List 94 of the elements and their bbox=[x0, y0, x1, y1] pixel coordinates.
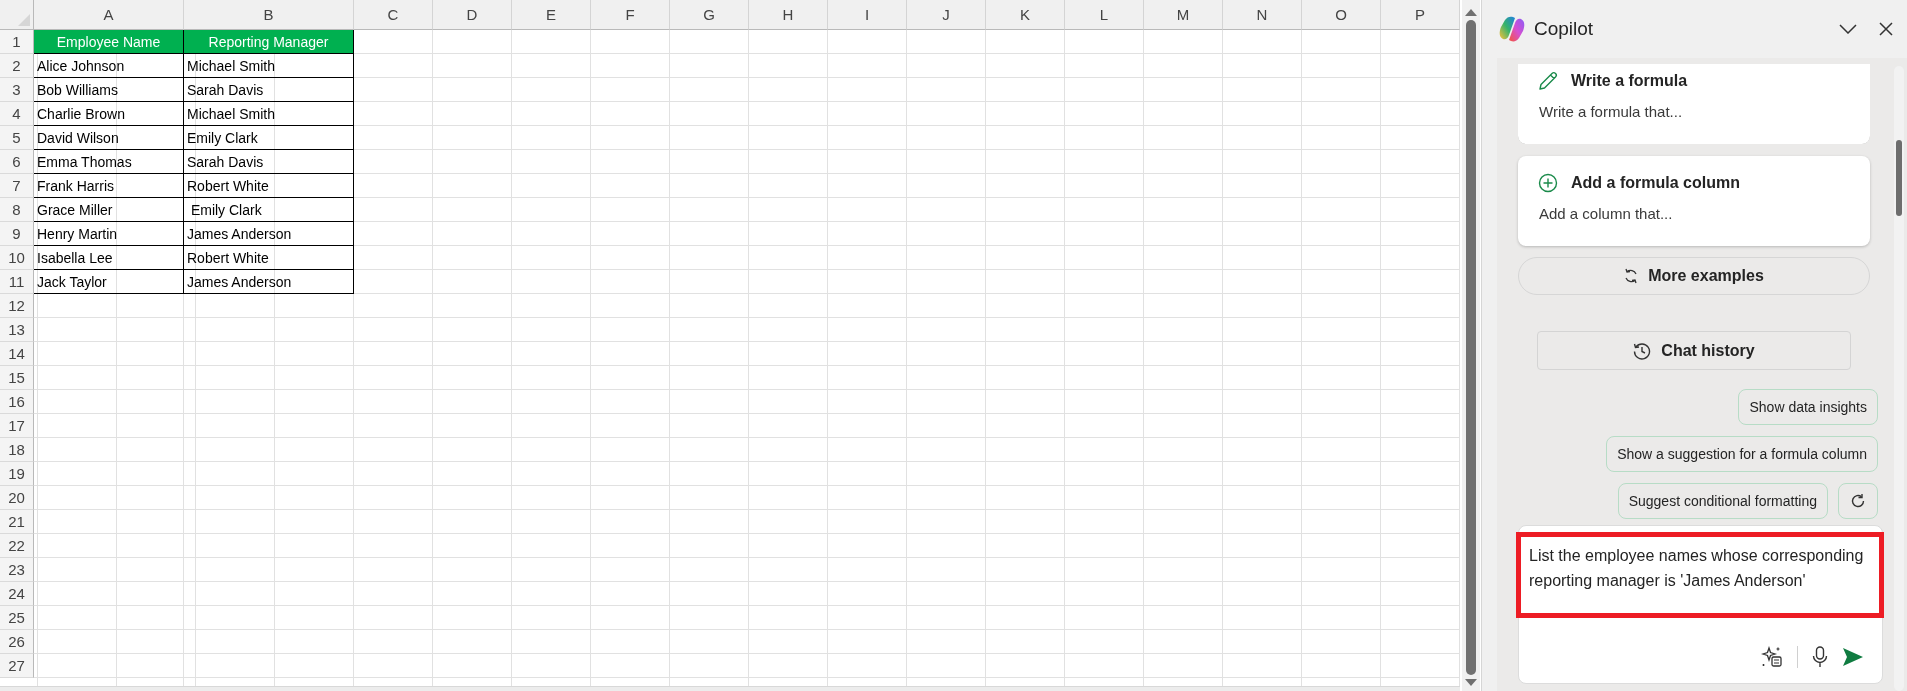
row-header[interactable]: 15 bbox=[0, 366, 34, 390]
row-header[interactable]: 20 bbox=[0, 486, 34, 510]
table-cell: Emily Clark bbox=[184, 198, 354, 222]
row-header[interactable]: 16 bbox=[0, 390, 34, 414]
row-header[interactable]: 18 bbox=[0, 438, 34, 462]
copilot-logo-icon bbox=[1498, 15, 1526, 43]
card-description: Write a formula that... bbox=[1538, 103, 1684, 120]
prompt-input[interactable]: List the employee names whose corresponding reporting manager is 'James Anderson' bbox=[1516, 532, 1884, 618]
suggestion-chip[interactable]: Show a suggestion for a formula column bbox=[1606, 436, 1878, 472]
row-header[interactable]: 7 bbox=[0, 174, 34, 198]
suggestion-chip[interactable]: Suggest conditional formatting bbox=[1617, 483, 1828, 519]
row-header[interactable]: 22 bbox=[0, 534, 34, 558]
suggestion-card[interactable]: Add a formula column Add a column that... bbox=[1518, 156, 1870, 246]
column-header[interactable]: G bbox=[670, 0, 749, 30]
chevron-down-icon[interactable] bbox=[1839, 24, 1857, 34]
card-title: Write a formula bbox=[1571, 72, 1688, 90]
card-description: Add a column that... bbox=[1538, 205, 1674, 222]
column-header[interactable]: K bbox=[986, 0, 1065, 30]
sparkle-document-icon[interactable] bbox=[1761, 645, 1783, 668]
column-header[interactable]: H bbox=[749, 0, 828, 30]
column-header[interactable]: L bbox=[1065, 0, 1144, 30]
close-icon[interactable] bbox=[1879, 22, 1893, 36]
table-cell: Grace Miller bbox=[34, 198, 184, 222]
suggestion-chip[interactable]: Show data insights bbox=[1738, 389, 1878, 425]
table-header-cell: Employee Name bbox=[34, 30, 184, 54]
column-header[interactable]: J bbox=[907, 0, 986, 30]
suggestion-card[interactable]: Write a formula Write a formula that... bbox=[1518, 64, 1870, 144]
table-cell: James Anderson bbox=[184, 222, 354, 246]
plus-circle-icon bbox=[1538, 173, 1558, 193]
pencil-icon bbox=[1538, 71, 1558, 91]
row-header[interactable]: 13 bbox=[0, 318, 34, 342]
table-header-cell: Reporting Manager bbox=[184, 30, 354, 54]
scrollbar-thumb[interactable] bbox=[1466, 20, 1476, 675]
send-icon[interactable] bbox=[1842, 646, 1864, 667]
row-header[interactable]: 23 bbox=[0, 558, 34, 582]
more-examples-button[interactable]: More examples bbox=[1518, 257, 1870, 295]
scrollbar-thumb[interactable] bbox=[1896, 140, 1902, 216]
scroll-up-icon[interactable] bbox=[1465, 8, 1477, 16]
chat-history-button[interactable]: Chat history bbox=[1537, 331, 1851, 370]
panel-title: Copilot bbox=[1534, 18, 1594, 40]
column-header[interactable]: M bbox=[1144, 0, 1223, 30]
row-header[interactable]: 4 bbox=[0, 102, 34, 126]
column-header[interactable]: B bbox=[184, 0, 354, 30]
row-header[interactable]: 5 bbox=[0, 126, 34, 150]
row-header[interactable]: 24 bbox=[0, 582, 34, 606]
table-cell: Frank Harris bbox=[34, 174, 184, 198]
table-cell: Jack Taylor bbox=[34, 270, 184, 294]
table-cell: Charlie Brown bbox=[34, 102, 184, 126]
column-header[interactable]: E bbox=[512, 0, 591, 30]
row-header[interactable]: 17 bbox=[0, 414, 34, 438]
table-cell: Isabella Lee bbox=[34, 246, 184, 270]
table-cell: Bob Williams bbox=[34, 78, 184, 102]
refresh-button[interactable] bbox=[1838, 483, 1878, 519]
table-cell: Michael Smith bbox=[184, 102, 354, 126]
column-header[interactable]: F bbox=[591, 0, 670, 30]
row-header[interactable]: 1 bbox=[0, 30, 34, 54]
row-header[interactable]: 25 bbox=[0, 606, 34, 630]
table-cell: Sarah Davis bbox=[184, 78, 354, 102]
row-header[interactable]: 12 bbox=[0, 294, 34, 318]
row-header[interactable]: 21 bbox=[0, 510, 34, 534]
row-header[interactable]: 8 bbox=[0, 198, 34, 222]
table-cell: Sarah Davis bbox=[184, 150, 354, 174]
microphone-icon[interactable] bbox=[1812, 645, 1828, 668]
row-header[interactable]: 27 bbox=[0, 654, 34, 678]
column-header[interactable]: P bbox=[1381, 0, 1460, 30]
row-header[interactable]: 11 bbox=[0, 270, 34, 294]
column-header[interactable]: O bbox=[1302, 0, 1381, 30]
table-cell: James Anderson bbox=[184, 270, 354, 294]
table-cell: Robert White bbox=[184, 246, 354, 270]
column-header[interactable]: A bbox=[34, 0, 184, 30]
column-header[interactable]: N bbox=[1223, 0, 1302, 30]
row-header[interactable]: 6 bbox=[0, 150, 34, 174]
history-icon bbox=[1633, 341, 1652, 360]
refresh-icon bbox=[1624, 268, 1639, 284]
row-header[interactable]: 3 bbox=[0, 78, 34, 102]
column-header[interactable]: C bbox=[354, 0, 433, 30]
table-cell: Emily Clark bbox=[184, 126, 354, 150]
row-header[interactable]: 26 bbox=[0, 630, 34, 654]
row-header[interactable]: 14 bbox=[0, 342, 34, 366]
table-cell: Alice Johnson bbox=[34, 54, 184, 78]
refresh-icon bbox=[1850, 493, 1866, 509]
card-title: Add a formula column bbox=[1571, 174, 1740, 192]
table-cell: Michael Smith bbox=[184, 54, 354, 78]
row-header[interactable]: 19 bbox=[0, 462, 34, 486]
column-header[interactable]: D bbox=[433, 0, 512, 30]
scroll-down-icon[interactable] bbox=[1465, 679, 1477, 687]
table-cell: David Wilson bbox=[34, 126, 184, 150]
table-cell: Robert White bbox=[184, 174, 354, 198]
row-header[interactable]: 9 bbox=[0, 222, 34, 246]
row-header[interactable]: 2 bbox=[0, 54, 34, 78]
column-header[interactable]: I bbox=[828, 0, 907, 30]
table-cell: Emma Thomas bbox=[34, 150, 184, 174]
table-cell: Henry Martin bbox=[34, 222, 184, 246]
row-header[interactable]: 10 bbox=[0, 246, 34, 270]
